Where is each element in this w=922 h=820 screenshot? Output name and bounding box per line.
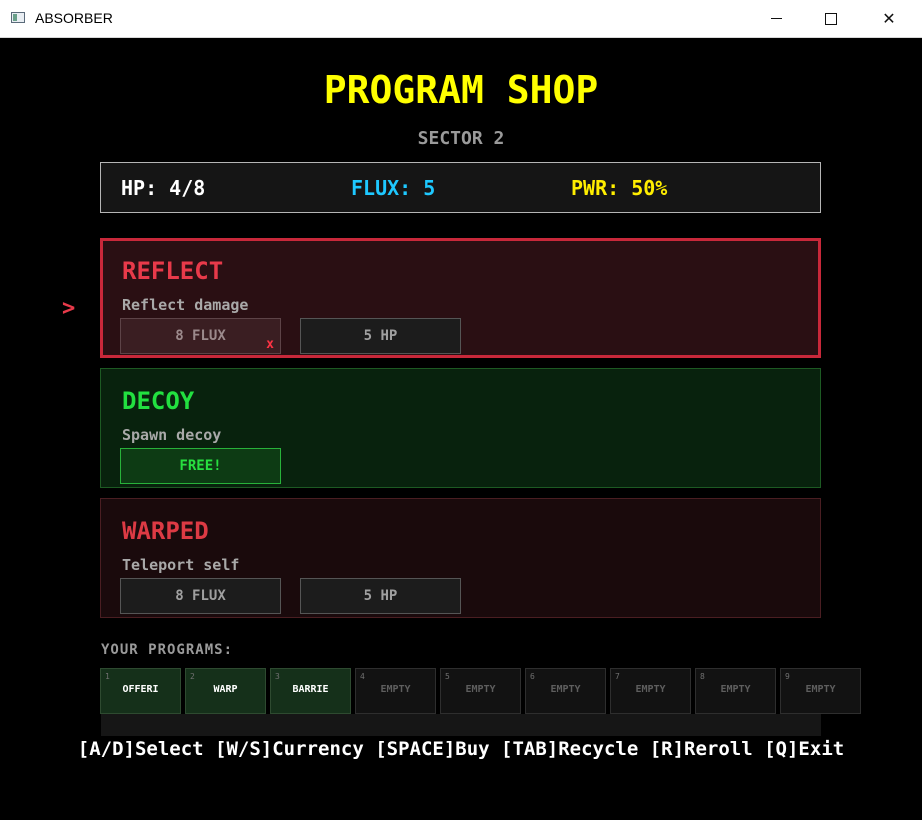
app-window-icon (11, 12, 25, 23)
program-card-decoy[interactable]: DECOY Spawn decoy FREE! (100, 368, 821, 488)
close-button[interactable]: ✕ (866, 0, 912, 37)
unaffordable-x-icon: x (266, 337, 274, 352)
price-label: FREE! (179, 458, 222, 474)
close-icon: ✕ (882, 9, 896, 28)
slot-number: 8 (700, 672, 705, 681)
window-title: ABSORBER (35, 10, 113, 26)
slot-label: EMPTY (635, 684, 666, 695)
program-name: WARPED (122, 517, 209, 545)
hp-stat: HP: 4/8 (121, 176, 206, 200)
maximize-icon (825, 13, 837, 25)
slot-label: EMPTY (550, 684, 581, 695)
slot-number: 4 (360, 672, 365, 681)
maximize-button[interactable] (808, 0, 854, 37)
game-canvas: PROGRAM SHOP SECTOR 2 HP: 4/8 FLUX: 5 PW… (0, 38, 922, 820)
slot-label: OFFERI (122, 684, 159, 695)
program-slot[interactable]: 1 OFFERI (100, 668, 181, 714)
program-slot[interactable]: 7 EMPTY (610, 668, 691, 714)
program-slot[interactable]: 8 EMPTY (695, 668, 776, 714)
slot-number: 6 (530, 672, 535, 681)
free-price-button[interactable]: FREE! (120, 448, 281, 484)
slot-label: BARRIE (292, 684, 329, 695)
selection-cursor-icon: > (62, 296, 76, 321)
slot-number: 3 (275, 672, 280, 681)
program-card-warped[interactable]: WARPED Teleport self 8 FLUX 5 HP (100, 498, 821, 618)
slot-number: 9 (785, 672, 790, 681)
slot-number: 1 (105, 672, 110, 681)
slot-label: EMPTY (720, 684, 751, 695)
program-slot[interactable]: 4 EMPTY (355, 668, 436, 714)
price-label: 5 HP (363, 588, 398, 604)
program-name: DECOY (122, 387, 195, 415)
slot-label: WARP (213, 684, 238, 695)
program-slot[interactable]: 6 EMPTY (525, 668, 606, 714)
hp-price-button[interactable]: 5 HP (300, 318, 461, 354)
program-description: Reflect damage (122, 296, 249, 314)
program-slot[interactable]: 2 WARP (185, 668, 266, 714)
slot-label: EMPTY (380, 684, 411, 695)
slot-number: 5 (445, 672, 450, 681)
program-slot[interactable]: 9 EMPTY (780, 668, 861, 714)
price-label: 8 FLUX (175, 328, 226, 344)
pwr-stat: PWR: 50% (571, 176, 668, 200)
program-slot[interactable]: 3 BARRIE (270, 668, 351, 714)
slot-label: EMPTY (465, 684, 496, 695)
slot-label: EMPTY (805, 684, 836, 695)
flux-price-button[interactable]: 8 FLUX x (120, 318, 281, 354)
controls-help-text: [A/D]Select [W/S]Currency [SPACE]Buy [TA… (77, 738, 845, 760)
window-titlebar: ABSORBER ✕ (0, 0, 922, 38)
program-slot[interactable]: 5 EMPTY (440, 668, 521, 714)
price-label: 5 HP (363, 328, 398, 344)
slot-number: 7 (615, 672, 620, 681)
slot-number: 2 (190, 672, 195, 681)
tooltip-bar (101, 714, 821, 736)
program-description: Teleport self (122, 556, 240, 574)
program-slots: 1 OFFERI 2 WARP 3 BARRIE 4 EMPTY 5 EMPTY… (100, 668, 900, 714)
stats-panel: HP: 4/8 FLUX: 5 PWR: 50% (100, 162, 821, 213)
price-label: 8 FLUX (175, 588, 226, 604)
sector-label: SECTOR 2 (417, 128, 505, 149)
program-card-reflect[interactable]: REFLECT Reflect damage 8 FLUX x 5 HP (100, 238, 821, 358)
flux-price-button[interactable]: 8 FLUX (120, 578, 281, 614)
hp-price-button[interactable]: 5 HP (300, 578, 461, 614)
minimize-icon (771, 18, 782, 19)
minimize-button[interactable] (754, 0, 800, 37)
program-description: Spawn decoy (122, 426, 222, 444)
your-programs-heading: YOUR PROGRAMS: (101, 642, 234, 658)
flux-stat: FLUX: 5 (351, 176, 436, 200)
page-title: PROGRAM SHOP (323, 68, 599, 112)
program-name: REFLECT (122, 257, 224, 285)
